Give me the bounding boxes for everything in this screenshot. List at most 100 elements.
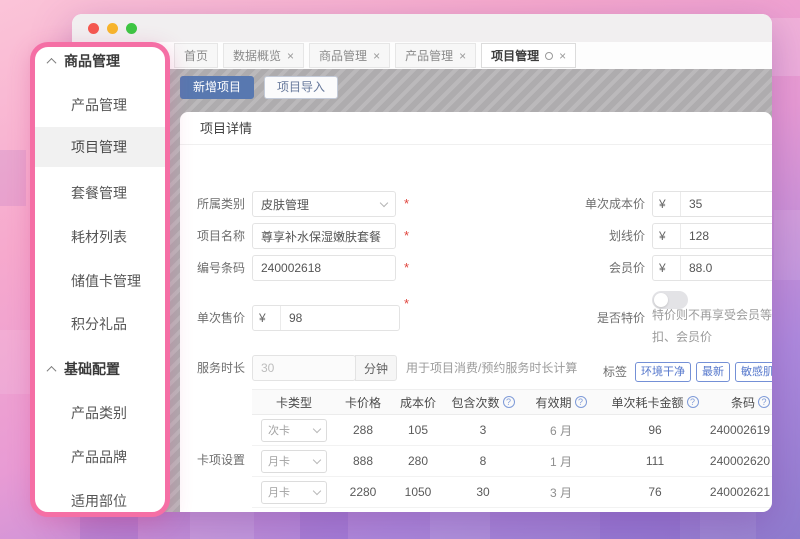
tab-label: 首页 [184, 47, 208, 64]
tag-chip[interactable]: 最新 [696, 362, 730, 382]
tag-chip[interactable]: 环境干净 [635, 362, 691, 382]
sidebar-item-project-management[interactable]: 项目管理 [35, 127, 165, 167]
card-type-select[interactable]: 月卡 [261, 481, 327, 504]
project-name-input[interactable]: 尊享补水保湿嫩肤套餐 [252, 223, 396, 249]
tab-project-management[interactable]: 项目管理 × [481, 43, 576, 68]
sidebar-item-label: 适用部位 [71, 491, 127, 511]
window-zoom-button[interactable] [126, 23, 137, 34]
per-use-cell: 96 [602, 423, 708, 437]
currency-prefix: ¥ [659, 256, 681, 280]
sidebar-item-label: 产品品牌 [71, 447, 127, 467]
duration-input[interactable]: 30 [252, 355, 356, 381]
barcode-input[interactable]: 240002618 [252, 255, 396, 281]
panel-title: 项目详情 [180, 112, 772, 145]
sidebar-group-basic-config[interactable]: 基础配置 [35, 356, 165, 382]
tag-chip[interactable]: 敏感肌适用 [735, 362, 772, 382]
required-asterisk: * [404, 291, 409, 317]
tab-loading-icon [545, 52, 553, 60]
chevron-up-icon [47, 57, 57, 67]
card-price-cell: 288 [336, 423, 390, 437]
strike-price-input[interactable]: ¥ 128 [652, 223, 772, 249]
tab-close-icon[interactable]: × [459, 49, 466, 63]
col-header-cost-price: 成本价 [390, 394, 446, 411]
import-project-button[interactable]: 项目导入 [264, 76, 338, 99]
times-cell: 30 [446, 485, 520, 499]
barcode-cell: 240002620 [708, 454, 772, 468]
cost-price-value: 35 [689, 197, 702, 211]
sidebar-item-applicable-parts[interactable]: 适用部位 [35, 488, 165, 514]
sidebar-item-label: 耗材列表 [71, 227, 127, 247]
background-shape [770, 18, 800, 76]
card-type-select[interactable]: 次卡 [261, 419, 327, 442]
sidebar-item-consumables-list[interactable]: 耗材列表 [35, 224, 165, 250]
currency-prefix: ¥ [259, 306, 281, 330]
sidebar-group-goods-management[interactable]: 商品管理 [35, 48, 165, 74]
sidebar-item-package-management[interactable]: 套餐管理 [35, 180, 165, 206]
strike-price-value: 128 [689, 229, 709, 243]
add-project-button[interactable]: 新增项目 [180, 76, 254, 99]
required-asterisk: * [404, 255, 409, 281]
tab-product-management[interactable]: 产品管理 × [395, 43, 476, 68]
member-price-input[interactable]: ¥ 88.0 [652, 255, 772, 281]
tab-close-icon[interactable]: × [559, 49, 566, 63]
col-header-text: 条码 [731, 394, 755, 411]
validity-cell: 3 月 [520, 484, 602, 501]
tab-label: 项目管理 [491, 47, 539, 64]
col-header-text: 包含次数 [451, 394, 499, 411]
required-asterisk: * [404, 223, 409, 249]
chevron-down-icon [313, 424, 321, 432]
table-row: 月卡 888 280 8 1 月 111 240002620 [252, 446, 772, 477]
desktop-background: 首页 数据概览 × 商品管理 × 产品管理 × 项目管理 × 新增项目 [0, 0, 800, 539]
card-price-cell: 888 [336, 454, 390, 468]
project-detail-panel: 项目详情 所属类别 皮肤管理 * 项目名称 尊享补水保湿嫩肤套餐 * 编号条码 [180, 112, 772, 512]
tags-label: 标签 [567, 359, 627, 385]
help-icon[interactable]: ? [503, 396, 515, 408]
per-use-cell: 76 [602, 485, 708, 499]
table-row: 次卡 288 105 3 6 月 96 240002619 [252, 415, 772, 446]
unit-price-value: 98 [289, 311, 302, 325]
sidebar-item-label: 产品类别 [71, 403, 127, 423]
tab-label: 数据概览 [233, 47, 281, 64]
window-minimize-button[interactable] [107, 23, 118, 34]
tab-close-icon[interactable]: × [287, 49, 294, 63]
card-type-select[interactable]: 月卡 [261, 450, 327, 473]
category-label: 所属类别 [185, 191, 245, 217]
tab-data-overview[interactable]: 数据概览 × [223, 43, 304, 68]
tab-bar: 首页 数据概览 × 商品管理 × 产品管理 × 项目管理 × [72, 42, 772, 69]
sidebar-item-points-gifts[interactable]: 积分礼品 [35, 311, 165, 337]
tags-group: 环境干净 最新 敏感肌适用 [635, 362, 772, 382]
background-shape [0, 330, 30, 394]
sidebar-group-label: 基础配置 [64, 359, 120, 379]
card-settings-table: 卡类型 卡价格 成本价 包含次数 ? 有效期 ? [252, 389, 772, 512]
table-row: 月卡 2280 1050 30 3 月 76 240002621 [252, 477, 772, 508]
background-shape [0, 150, 26, 206]
sidebar-item-label: 产品管理 [71, 95, 127, 115]
col-header-text: 有效期 [535, 394, 571, 411]
sidebar-group-label: 商品管理 [64, 51, 120, 71]
help-icon[interactable]: ? [687, 396, 699, 408]
sidebar-item-product-brand[interactable]: 产品品牌 [35, 444, 165, 470]
toolbar: 新增项目 项目导入 [180, 76, 338, 99]
tab-goods-management[interactable]: 商品管理 × [309, 43, 390, 68]
col-header-barcode: 条码 ? [708, 394, 772, 411]
col-header-validity: 有效期 ? [520, 394, 602, 411]
duration-placeholder: 30 [261, 361, 274, 375]
card-type-select[interactable]: 年卡 [261, 512, 327, 513]
category-select[interactable]: 皮肤管理 [252, 191, 396, 217]
help-icon[interactable]: ? [575, 396, 587, 408]
sidebar-item-product-management[interactable]: 产品管理 [35, 92, 165, 118]
tab-home[interactable]: 首页 [174, 43, 218, 68]
sidebar-item-stored-value-card[interactable]: 储值卡管理 [35, 268, 165, 294]
chevron-down-icon [313, 486, 321, 494]
special-price-helper-text: 特价则不再享受会员等级、优惠折扣、会员价 [652, 304, 772, 348]
sidebar-item-product-category[interactable]: 产品类别 [35, 400, 165, 426]
currency-prefix: ¥ [659, 192, 681, 216]
window-close-button[interactable] [88, 23, 99, 34]
background-shape [774, 210, 800, 280]
unit-price-input[interactable]: ¥ 98 [252, 305, 400, 331]
col-header-text: 单次耗卡金额 [611, 394, 683, 411]
cost-price-input[interactable]: ¥ 35 [652, 191, 772, 217]
help-icon[interactable]: ? [758, 396, 770, 408]
tab-close-icon[interactable]: × [373, 49, 380, 63]
browser-window: 首页 数据概览 × 商品管理 × 产品管理 × 项目管理 × 新增项目 [72, 14, 772, 512]
